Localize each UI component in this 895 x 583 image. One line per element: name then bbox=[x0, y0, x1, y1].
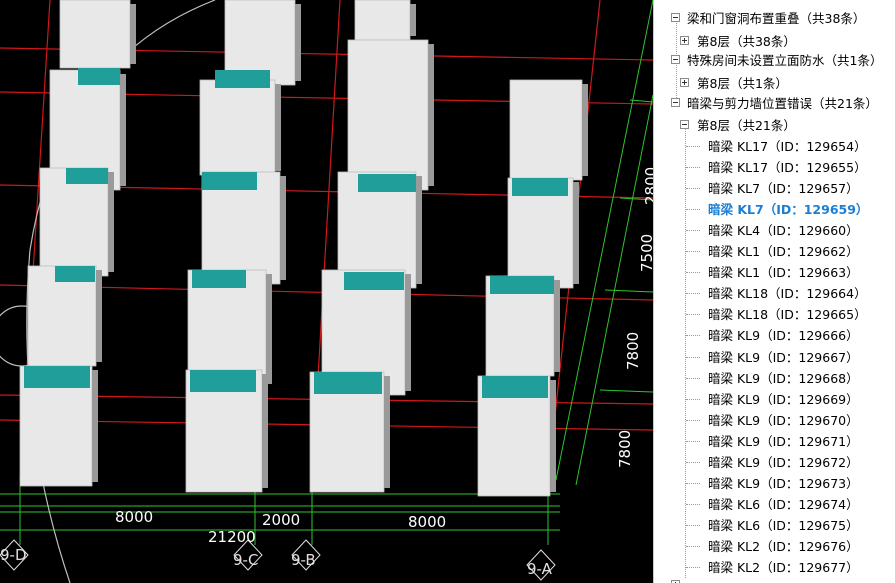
hidden-beam[interactable] bbox=[190, 370, 256, 392]
tree-connector bbox=[686, 272, 700, 274]
wall-block bbox=[509, 79, 583, 181]
tree-connector bbox=[686, 440, 700, 442]
tree-connector bbox=[686, 377, 700, 379]
tree-item-label: 暗梁 KL18（ID：129665） bbox=[708, 307, 867, 323]
tree-item-label: 暗梁 KL17（ID：129655） bbox=[708, 160, 867, 176]
tree-connector bbox=[686, 567, 700, 568]
hidden-beam[interactable] bbox=[482, 376, 548, 398]
tree-item-label: 暗梁 KL9（ID：129666） bbox=[708, 328, 859, 344]
tree-item-label: 暗梁 KL9（ID：129671） bbox=[708, 433, 859, 449]
wall-side bbox=[384, 376, 390, 488]
tree-item-label: 暗梁 KL2（ID：129676） bbox=[708, 538, 859, 554]
wall-side bbox=[96, 270, 102, 362]
tree-connector bbox=[686, 398, 700, 400]
tree-item-label: 暗梁 KL18（ID：129664） bbox=[708, 286, 867, 302]
wall-side bbox=[295, 4, 301, 81]
tree-connector bbox=[686, 419, 700, 421]
wall-side bbox=[582, 84, 588, 176]
wall-side bbox=[428, 44, 434, 186]
hidden-beam[interactable] bbox=[192, 270, 246, 288]
expand-toggle-icon[interactable] bbox=[680, 36, 689, 45]
hidden-beam[interactable] bbox=[24, 366, 90, 388]
tree-item-label: 暗梁 KL1（ID：129662） bbox=[708, 244, 859, 260]
tree-item-label: 暗梁 KL9（ID：129668） bbox=[708, 370, 859, 386]
tree-connector bbox=[686, 503, 700, 505]
wall-side bbox=[405, 274, 411, 391]
wall-block bbox=[354, 0, 411, 41]
tree-connector bbox=[686, 230, 700, 232]
tree-item-label: 暗梁 KL4（ID：129660） bbox=[708, 223, 859, 239]
collapse-toggle-icon[interactable] bbox=[671, 55, 680, 64]
tree-item-label: 暗梁 KL17（ID：129654） bbox=[708, 139, 867, 154]
tree-item-label: 暗梁 KL6（ID：129674） bbox=[708, 496, 859, 512]
hidden-beam[interactable] bbox=[55, 266, 95, 282]
wall-side bbox=[120, 74, 126, 186]
model-viewport[interactable]: 8000 2000 8000 21200 7800 7800 7500 2800… bbox=[0, 0, 653, 583]
axis-bubbles bbox=[0, 539, 556, 581]
tree-connector bbox=[686, 209, 700, 211]
hidden-beam[interactable] bbox=[202, 172, 257, 190]
wall-side bbox=[92, 370, 98, 482]
tree-item-label: 暗梁 KL1（ID：129663） bbox=[708, 265, 859, 281]
tree-connector bbox=[686, 335, 700, 337]
hidden-beam[interactable] bbox=[314, 372, 382, 394]
tree-item-label: 暗梁 KL9（ID：129669） bbox=[708, 391, 859, 407]
wall-block bbox=[347, 39, 429, 191]
wall-side bbox=[573, 182, 579, 284]
tree-guide-line bbox=[685, 128, 686, 578]
tree-connector bbox=[686, 167, 700, 169]
wall-side bbox=[280, 176, 286, 280]
expand-toggle-icon[interactable] bbox=[680, 78, 689, 87]
wall-side bbox=[262, 374, 268, 488]
wall-block bbox=[59, 0, 131, 69]
tree-connector bbox=[686, 314, 700, 316]
wall-side bbox=[550, 380, 556, 492]
hidden-beam[interactable] bbox=[358, 174, 416, 192]
tree-item-label: 暗梁 KL9（ID：129672） bbox=[708, 454, 859, 470]
tree-connector bbox=[686, 356, 700, 358]
wall-block bbox=[39, 167, 109, 277]
wall-side bbox=[108, 172, 114, 272]
collapse-toggle-icon[interactable] bbox=[671, 98, 680, 107]
tree-connector bbox=[686, 461, 700, 463]
tree-item-label: 暗梁 KL9（ID：129670） bbox=[708, 412, 859, 428]
tree-connector bbox=[686, 293, 700, 295]
check-result-tree[interactable]: 梁和门窗洞布置重叠（共38条） 第8层（共38条） 特殊房间未设置立面防水（共1… bbox=[653, 0, 895, 583]
hidden-beam[interactable] bbox=[66, 168, 108, 184]
hidden-beam[interactable] bbox=[215, 70, 270, 88]
wall-side bbox=[275, 84, 281, 171]
tree-connector bbox=[686, 482, 700, 484]
collapse-toggle-icon[interactable] bbox=[671, 13, 680, 22]
wall-side bbox=[266, 274, 272, 384]
wall-side bbox=[554, 280, 560, 372]
wall-side bbox=[410, 4, 416, 36]
tree-item-label: 暗梁 KL9（ID：129667） bbox=[708, 349, 859, 365]
wall-side bbox=[130, 4, 136, 64]
tree-connector bbox=[686, 524, 700, 526]
hidden-beam[interactable] bbox=[512, 178, 568, 196]
tree-item-label: 暗梁 KL6（ID：129675） bbox=[708, 517, 859, 533]
hidden-beam[interactable] bbox=[78, 68, 120, 85]
3d-model-canvas[interactable] bbox=[0, 0, 653, 583]
tree-connector bbox=[686, 146, 700, 147]
tree-connector bbox=[686, 251, 700, 253]
tree-item-label: 暗梁 KL7（ID：129657） bbox=[708, 181, 859, 197]
tree-item-label: 暗梁 KL2（ID：129677） bbox=[708, 560, 859, 575]
hidden-beam[interactable] bbox=[344, 272, 404, 290]
tree-item-label-selected: 暗梁 KL7（ID：129659） bbox=[708, 202, 869, 218]
tree-connector bbox=[686, 188, 700, 190]
hidden-beam[interactable] bbox=[490, 276, 554, 294]
tree-item-label: 暗梁 KL9（ID：129673） bbox=[708, 475, 859, 491]
tree-connector bbox=[686, 545, 700, 547]
wall-block bbox=[199, 79, 276, 176]
wall-side bbox=[416, 176, 422, 284]
